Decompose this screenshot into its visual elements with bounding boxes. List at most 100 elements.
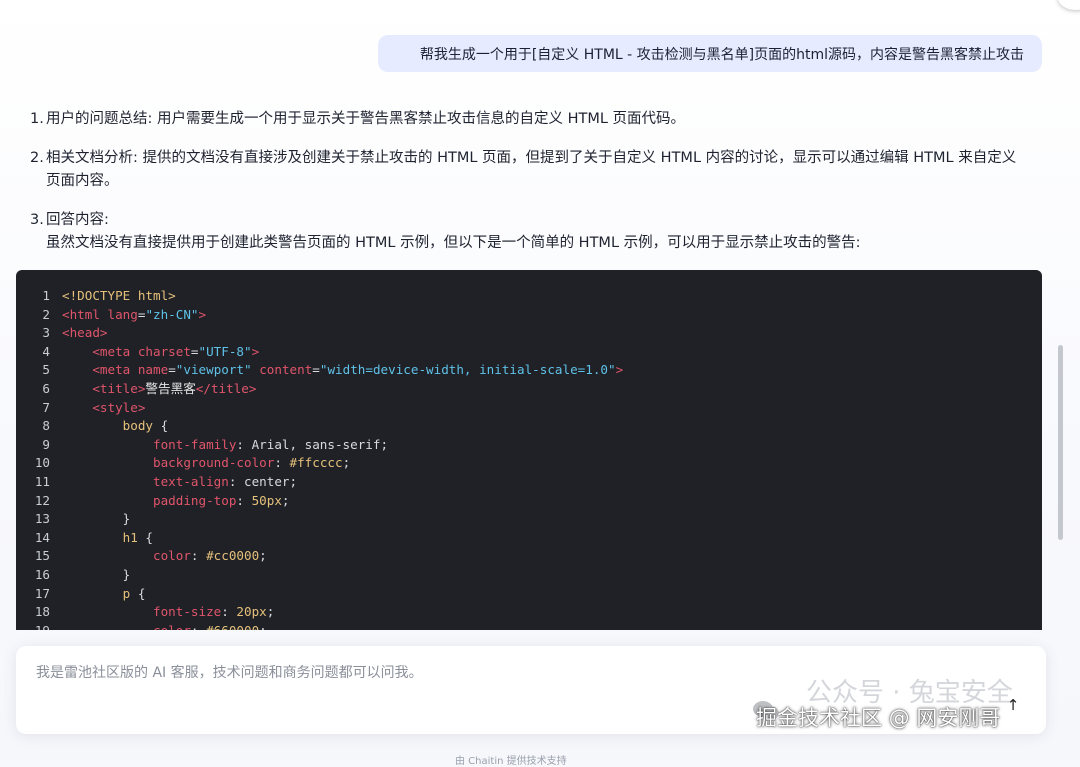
- user-message-bubble: 帮我生成一个用于[自定义 HTML - 攻击检测与黑名单]页面的html源码，内…: [378, 35, 1042, 72]
- code-line: 6 <title>警告黑客</title>: [16, 380, 623, 399]
- code-block[interactable]: 1 <!DOCTYPE html> 2 <html lang="zh-CN"> 3 <he…: [16, 270, 1042, 630]
- code-line-content: p {: [62, 585, 146, 604]
- code-line-content: padding-top: 50px;: [62, 492, 290, 511]
- code-line: 16 }: [16, 566, 623, 585]
- answer-item-heading: 回答内容:: [46, 212, 109, 228]
- line-number: 19: [16, 622, 62, 630]
- footer-note: 由 Chaitin 提供技术支持: [455, 756, 567, 767]
- code-line-content: color: #cc0000;: [62, 547, 267, 566]
- line-number: 4: [42, 343, 50, 359]
- code-token: </title>: [195, 380, 257, 396]
- code-token: ;: [259, 623, 267, 630]
- code-token: : Arial, sans-serif;: [236, 436, 389, 452]
- code-token: padding-top: [153, 492, 237, 508]
- line-number: 11: [34, 473, 50, 489]
- code-token: <style>: [92, 399, 146, 415]
- code-line-content: <html lang="zh-CN">: [62, 306, 206, 325]
- answer-item-text: 虽然文档没有直接提供用于创建此类警告页面的 HTML 示例，但以下是一个简单的 …: [46, 235, 861, 251]
- code-token: <title>: [92, 380, 146, 396]
- code-token: "UTF-8": [198, 343, 252, 359]
- code-line: 12 padding-top: 50px;: [16, 492, 623, 511]
- code-line: 18 font-size: 20px;: [16, 603, 623, 622]
- code-token: {: [130, 585, 146, 601]
- code-line-content: text-align: center;: [62, 473, 297, 492]
- code-token: <meta: [92, 362, 138, 378]
- code-token: color: [153, 623, 191, 630]
- code-line-content: <head>: [62, 324, 108, 343]
- user-message-text: 帮我生成一个用于[自定义 HTML - 攻击检测与黑名单]页面的html源码，内…: [419, 46, 1024, 63]
- code-token: color: [153, 548, 191, 564]
- code-token: #660000: [206, 623, 259, 630]
- code-line-content: font-size: 20px;: [62, 603, 274, 622]
- line-number: 18: [34, 604, 50, 620]
- code-token: "zh-CN": [145, 306, 199, 322]
- code-token: lang: [107, 306, 138, 322]
- line-number: 1: [42, 288, 50, 303]
- code-token: <meta: [92, 343, 138, 359]
- line-number: 13: [34, 511, 50, 527]
- code-token: text-align: [153, 473, 229, 489]
- answer-item-number: 3.: [30, 212, 44, 228]
- code-token: =: [190, 343, 199, 359]
- code-token: 20px: [236, 604, 267, 620]
- line-number: 10: [34, 455, 50, 471]
- code-token: "viewport": [175, 362, 252, 378]
- code-line: 17 p {: [16, 585, 623, 604]
- code-token: >: [251, 343, 260, 359]
- code-token: :: [191, 623, 206, 630]
- line-number: 8: [42, 418, 50, 434]
- code-token: =: [168, 362, 176, 378]
- line-number: 2: [42, 306, 50, 322]
- code-line: 15 color: #cc0000;: [16, 547, 623, 566]
- watermark-text: 掘金技术社区 @ 网安刚哥: [756, 706, 1001, 730]
- line-number: 5: [42, 362, 50, 378]
- code-token: font-family: [153, 436, 237, 452]
- code-token: >: [198, 306, 207, 322]
- line-number: 6: [42, 380, 50, 396]
- code-token: #cc0000: [206, 548, 260, 564]
- code-line: 2 <html lang="zh-CN">: [16, 306, 623, 325]
- code-line: 3 <head>: [16, 324, 623, 343]
- answer-item-3: 3. 回答内容: 虽然文档没有直接提供用于创建此类警告页面的 HTML 示例，但以…: [30, 209, 1040, 255]
- answer-item-2: 2. 相关文档分析: 提供的文档没有直接涉及创建关于禁止攻击的 HTML 页面，但…: [30, 147, 1040, 193]
- code-line: 5 <meta name="viewport" content="width=d…: [16, 361, 623, 380]
- code-token: #ffcccc: [289, 455, 343, 471]
- chat-input[interactable]: [34, 664, 938, 682]
- answer-item-1: 1. 用户的问题总结: 用户需要生成一个用于显示关于警告黑客禁止攻击信息的自定义 …: [30, 108, 1040, 131]
- code-lines: 1 <!DOCTYPE html> 2 <html lang="zh-CN"> 3 <he…: [16, 287, 623, 630]
- code-token: >: [615, 362, 624, 378]
- code-line: 19 color: #660000;: [16, 622, 623, 630]
- code-line-content: <style>: [62, 399, 145, 418]
- code-token: h1: [122, 529, 138, 545]
- answer-item-number: 2.: [30, 150, 44, 166]
- scrollbar[interactable]: [1058, 345, 1063, 540]
- code-line-content: h1 {: [62, 529, 153, 548]
- code-line-content: body {: [62, 417, 169, 436]
- code-line: 14 h1 {: [16, 529, 623, 548]
- answer-item-text: 相关文档分析: 提供的文档没有直接涉及创建关于禁止攻击的 HTML 页面，但提到…: [46, 150, 1017, 166]
- code-line: 11 text-align: center;: [16, 473, 623, 492]
- code-line-content: <!DOCTYPE html>: [62, 287, 176, 306]
- code-line-content: background-color: #ffcccc;: [62, 454, 350, 473]
- code-line-content: <meta name="viewport" content="width=dev…: [62, 361, 623, 380]
- send-button[interactable]: ↑: [1000, 692, 1026, 718]
- code-token: 50px: [251, 492, 282, 508]
- code-token: :: [190, 548, 207, 564]
- code-token: font-size: [153, 604, 222, 620]
- line-number: 14: [34, 529, 50, 545]
- code-token: :: [274, 455, 290, 471]
- code-token: }: [62, 511, 131, 527]
- line-number: 12: [34, 492, 50, 508]
- code-token: : center;: [228, 473, 298, 489]
- code-token: body: [122, 418, 154, 434]
- code-line: 1 <!DOCTYPE html>: [16, 287, 623, 306]
